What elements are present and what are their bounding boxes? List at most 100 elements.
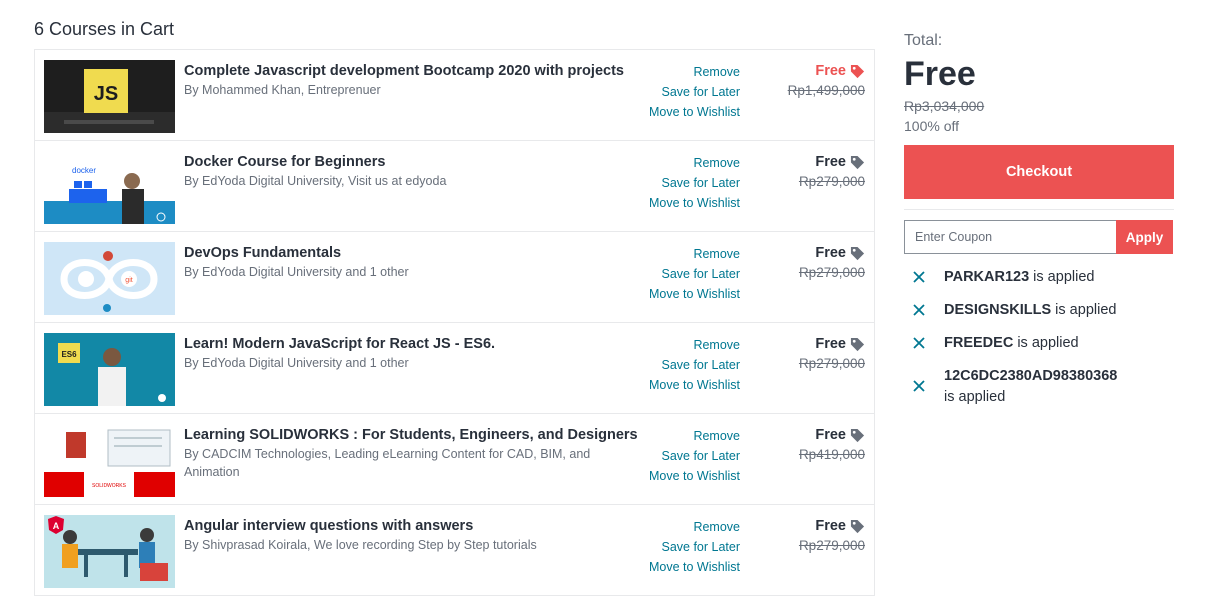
coupon-status-suffix: is applied [944, 389, 1006, 405]
coupon-status-suffix: is applied [1029, 269, 1095, 285]
move-to-wishlist-link[interactable]: Move to Wishlist [595, 284, 740, 304]
coupon-code: DESIGNSKILLS [944, 302, 1052, 318]
original-price: Rp1,499,000 [787, 83, 865, 98]
current-price: Free [815, 152, 865, 172]
current-price: Free [815, 425, 865, 445]
remove-link[interactable]: Remove [595, 62, 740, 82]
tag-icon [850, 337, 865, 352]
remove-link[interactable]: Remove [595, 517, 740, 537]
svg-text:JS: JS [94, 83, 118, 105]
coupon-code: FREEDEC [944, 335, 1014, 351]
applied-coupon: 12C6DC2380AD98380368 is applied [904, 366, 1174, 408]
course-thumbnail[interactable]: A [44, 515, 175, 588]
original-price: Rp279,000 [798, 538, 865, 553]
close-icon[interactable] [904, 300, 944, 317]
remove-link[interactable]: Remove [595, 244, 740, 264]
remove-link[interactable]: Remove [595, 335, 740, 355]
coupon-status-suffix: is applied [1013, 335, 1079, 351]
close-icon[interactable] [904, 267, 944, 284]
cart-item: SOLIDWORKS Learning SOLIDWORKS : For Stu… [35, 414, 874, 505]
current-price: Free [815, 61, 865, 81]
svg-text:A: A [53, 521, 60, 531]
current-price-label: Free [815, 336, 846, 352]
course-title[interactable]: Learn! Modern JavaScript for React JS - … [184, 335, 644, 353]
save-for-later-link[interactable]: Save for Later [595, 82, 740, 102]
coupon-status-suffix: is applied [1051, 302, 1117, 318]
current-price: Free [815, 243, 865, 263]
save-for-later-link[interactable]: Save for Later [595, 537, 740, 557]
coupon-status: FREEDEC is applied [944, 333, 1124, 354]
item-actions: Remove Save for Later Move to Wishlist [595, 62, 740, 122]
total-value: Free [904, 55, 976, 93]
total-label: Total: [904, 32, 943, 49]
course-title[interactable]: Docker Course for Beginners [184, 153, 644, 171]
save-for-later-link[interactable]: Save for Later [595, 446, 740, 466]
coupon-status: PARKAR123 is applied [944, 267, 1124, 288]
course-author: By CADCIM Technologies, Leading eLearnin… [184, 447, 591, 479]
course-thumbnail[interactable]: SOLIDWORKS [44, 424, 175, 497]
applied-coupon: PARKAR123 is applied [904, 267, 1174, 300]
course-author: By EdYoda Digital University, Visit us a… [184, 174, 447, 188]
course-title[interactable]: Angular interview questions with answers [184, 517, 644, 535]
close-icon[interactable] [904, 366, 944, 393]
coupon-input[interactable] [904, 220, 1116, 254]
price-column: Free Rp279,000 [735, 243, 865, 283]
cart-item: JS Complete Javascript development Bootc… [35, 50, 874, 141]
move-to-wishlist-link[interactable]: Move to Wishlist [595, 193, 740, 213]
svg-text:SOLIDWORKS: SOLIDWORKS [92, 483, 127, 489]
course-title[interactable]: Learning SOLIDWORKS : For Students, Engi… [184, 426, 644, 444]
divider [904, 209, 1174, 210]
remove-link[interactable]: Remove [595, 153, 740, 173]
save-for-later-link[interactable]: Save for Later [595, 173, 740, 193]
original-price: Rp279,000 [798, 265, 865, 280]
remove-link[interactable]: Remove [595, 426, 740, 446]
price-column: Free Rp279,000 [735, 516, 865, 556]
item-actions: Remove Save for Later Move to Wishlist [595, 426, 740, 486]
price-column: Free Rp279,000 [735, 334, 865, 374]
original-total: Rp3,034,000 [904, 98, 985, 114]
tag-icon [850, 428, 865, 443]
apply-coupon-button[interactable]: Apply [1116, 220, 1173, 254]
applied-coupons: PARKAR123 is applied DESIGNSKILLS is app… [904, 267, 1174, 408]
current-price-label: Free [815, 518, 846, 534]
move-to-wishlist-link[interactable]: Move to Wishlist [595, 466, 740, 486]
original-price: Rp419,000 [798, 447, 865, 462]
save-for-later-link[interactable]: Save for Later [595, 355, 740, 375]
course-author: By Shivprasad Koirala, We love recording… [184, 538, 537, 552]
course-title[interactable]: DevOps Fundamentals [184, 244, 644, 262]
cart-item: docker Docker Course for Beginners By Ed… [35, 141, 874, 232]
original-price: Rp279,000 [798, 174, 865, 189]
course-author: By EdYoda Digital University and 1 other [184, 265, 409, 279]
coupon-form: Apply [904, 220, 1173, 254]
checkout-button[interactable]: Checkout [904, 145, 1174, 199]
item-actions: Remove Save for Later Move to Wishlist [595, 335, 740, 395]
coupon-status: 12C6DC2380AD98380368 is applied [944, 366, 1124, 408]
current-price: Free [815, 516, 865, 536]
close-icon[interactable] [904, 333, 944, 350]
svg-text:git: git [125, 277, 132, 284]
current-price-label: Free [815, 427, 846, 443]
applied-coupon: DESIGNSKILLS is applied [904, 300, 1174, 333]
course-thumbnail[interactable]: docker [44, 151, 175, 224]
coupon-code: 12C6DC2380AD98380368 [944, 368, 1118, 384]
move-to-wishlist-link[interactable]: Move to Wishlist [595, 375, 740, 395]
move-to-wishlist-link[interactable]: Move to Wishlist [595, 557, 740, 577]
order-summary: Total: Free Rp3,034,000 100% off Checkou… [904, 30, 1174, 408]
course-thumbnail[interactable]: ES6 [44, 333, 175, 406]
cart-list: JS Complete Javascript development Bootc… [34, 49, 875, 596]
move-to-wishlist-link[interactable]: Move to Wishlist [595, 102, 740, 122]
course-author: By Mohammed Khan, Entreprenuer [184, 83, 381, 97]
original-price: Rp279,000 [798, 356, 865, 371]
item-actions: Remove Save for Later Move to Wishlist [595, 153, 740, 213]
discount-percent: 100% off [904, 118, 960, 134]
item-actions: Remove Save for Later Move to Wishlist [595, 517, 740, 577]
price-column: Free Rp1,499,000 [735, 61, 865, 101]
price-column: Free Rp279,000 [735, 152, 865, 192]
course-thumbnail[interactable]: git [44, 242, 175, 315]
course-title[interactable]: Complete Javascript development Bootcamp… [184, 62, 644, 80]
svg-text:ES6: ES6 [61, 350, 77, 359]
save-for-later-link[interactable]: Save for Later [595, 264, 740, 284]
current-price-label: Free [815, 245, 846, 261]
course-thumbnail[interactable]: JS [44, 60, 175, 133]
price-column: Free Rp419,000 [735, 425, 865, 465]
